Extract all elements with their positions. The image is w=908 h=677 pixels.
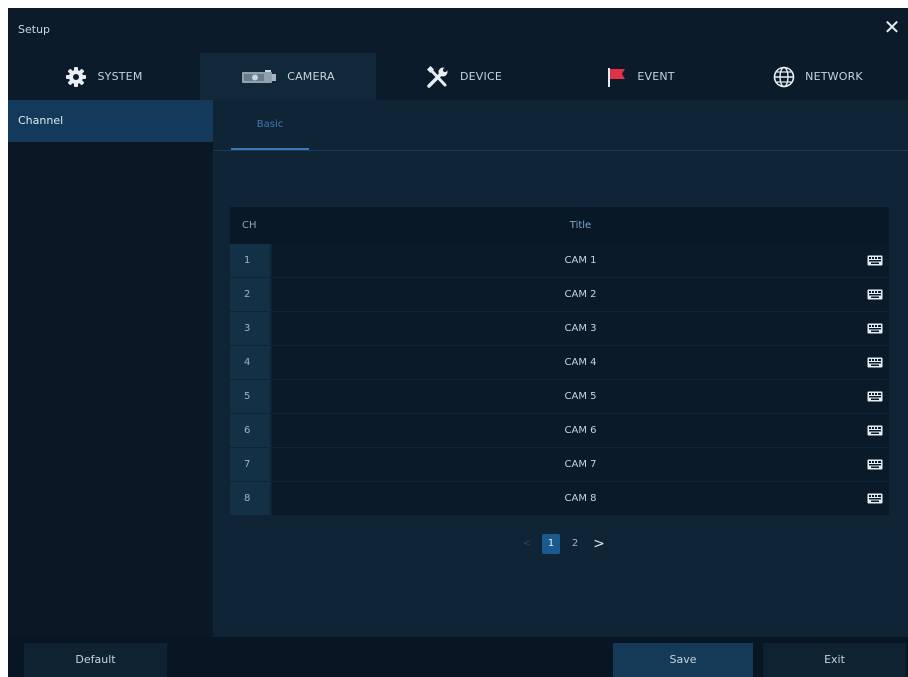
- table-row: 6 CAM 6: [230, 414, 889, 448]
- gear-icon: [65, 66, 87, 88]
- footer-bar: Default Save Exit: [8, 637, 908, 677]
- tab-label: EVENT: [637, 70, 675, 83]
- camera-icon: [241, 68, 277, 86]
- tab-label: NETWORK: [805, 70, 863, 83]
- keyboard-icon[interactable]: [867, 459, 883, 470]
- save-button[interactable]: Save: [613, 643, 753, 677]
- channel-title[interactable]: CAM 5: [272, 380, 889, 413]
- channel-number: 1: [230, 244, 270, 277]
- page-1-button[interactable]: 1: [542, 534, 560, 554]
- page-2-button[interactable]: 2: [566, 534, 584, 554]
- sidebar: Channel: [8, 100, 213, 637]
- channel-number: 6: [230, 414, 270, 447]
- table-header: CH Title: [230, 207, 889, 244]
- close-icon[interactable]: ✕: [882, 17, 902, 37]
- channel-title[interactable]: CAM 4: [272, 346, 889, 379]
- subtab-basic[interactable]: Basic: [231, 100, 309, 150]
- table-row: 3 CAM 3: [230, 312, 889, 346]
- table-row: 4 CAM 4: [230, 346, 889, 380]
- tab-label: CAMERA: [287, 70, 335, 83]
- setup-window: Setup ✕ SYSTEM CAMERA DEVICE EVENT NETWO…: [8, 8, 908, 677]
- window-title: Setup: [18, 23, 51, 36]
- channel-title[interactable]: CAM 8: [272, 482, 889, 515]
- column-header-ch: CH: [242, 220, 257, 231]
- table-row: 8 CAM 8: [230, 482, 889, 516]
- keyboard-icon[interactable]: [867, 255, 883, 266]
- tab-label: DEVICE: [459, 70, 503, 83]
- content-panel: Basic CH Title 1 CAM 1 2 CAM 2 3 CAM 3 4…: [213, 100, 908, 637]
- tab-label: SYSTEM: [97, 70, 143, 83]
- subtab-bar: Basic: [213, 100, 908, 151]
- table-row: 5 CAM 5: [230, 380, 889, 414]
- channel-number: 2: [230, 278, 270, 311]
- keyboard-icon[interactable]: [867, 289, 883, 300]
- channel-number: 4: [230, 346, 270, 379]
- channel-title[interactable]: CAM 1: [272, 244, 889, 277]
- channel-number: 8: [230, 482, 270, 515]
- table-row: 2 CAM 2: [230, 278, 889, 312]
- sidebar-item-channel[interactable]: Channel: [8, 100, 213, 142]
- channel-title[interactable]: CAM 3: [272, 312, 889, 345]
- default-button[interactable]: Default: [24, 643, 167, 677]
- next-page-button[interactable]: >: [590, 534, 608, 554]
- tab-camera[interactable]: CAMERA: [200, 53, 376, 100]
- tools-icon: [426, 65, 450, 88]
- keyboard-icon[interactable]: [867, 493, 883, 504]
- keyboard-icon[interactable]: [867, 391, 883, 402]
- tab-device[interactable]: DEVICE: [376, 53, 552, 100]
- channel-number: 7: [230, 448, 270, 481]
- tab-system[interactable]: SYSTEM: [8, 53, 200, 100]
- channel-title[interactable]: CAM 7: [272, 448, 889, 481]
- column-header-title: Title: [569, 220, 592, 231]
- channel-number: 3: [230, 312, 270, 345]
- channel-number: 5: [230, 380, 270, 413]
- tab-network[interactable]: NETWORK: [728, 53, 908, 100]
- keyboard-icon[interactable]: [867, 425, 883, 436]
- pagination: < 1 2 >: [518, 533, 608, 555]
- flag-icon: [605, 66, 627, 88]
- exit-button[interactable]: Exit: [763, 643, 906, 677]
- table-row: 7 CAM 7: [230, 448, 889, 482]
- tab-event[interactable]: EVENT: [552, 53, 728, 100]
- globe-icon: [773, 66, 795, 88]
- table-row: 1 CAM 1: [230, 244, 889, 278]
- keyboard-icon[interactable]: [867, 323, 883, 334]
- keyboard-icon[interactable]: [867, 357, 883, 368]
- title-bar: Setup ✕: [8, 8, 908, 53]
- main-tabs: SYSTEM CAMERA DEVICE EVENT NETWORK: [8, 53, 908, 100]
- previous-page-button[interactable]: <: [518, 534, 536, 554]
- channel-title[interactable]: CAM 2: [272, 278, 889, 311]
- channel-title[interactable]: CAM 6: [272, 414, 889, 447]
